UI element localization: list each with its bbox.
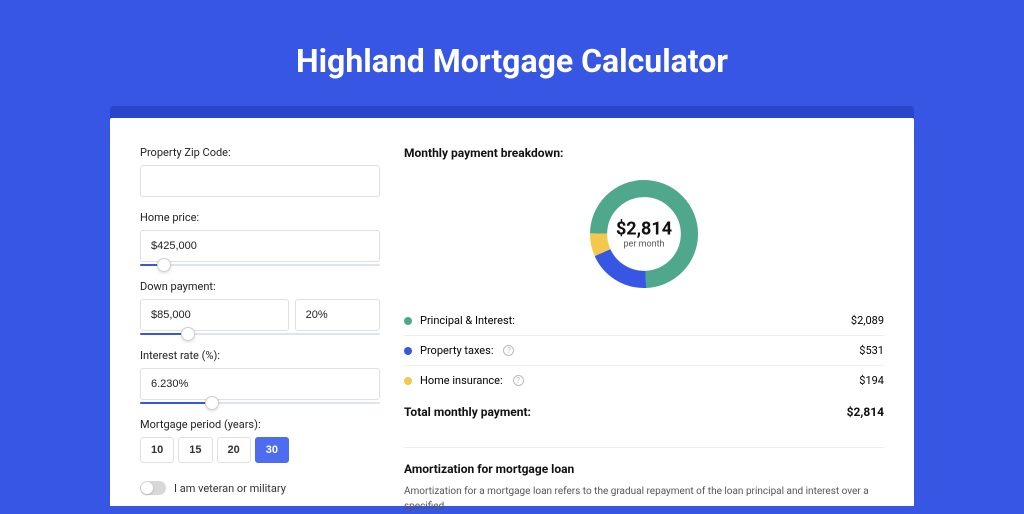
down-input-row: [140, 299, 380, 331]
down-slider-thumb[interactable]: [181, 327, 195, 341]
legend-dot: [404, 317, 412, 325]
veteran-label: I am veteran or military: [174, 482, 286, 495]
page-root: Highland Mortgage Calculator Property Zi…: [0, 0, 1024, 512]
zip-input[interactable]: [140, 165, 380, 197]
price-label: Home price:: [140, 211, 380, 224]
donut-center: $2,814 per month: [616, 219, 672, 250]
down-label: Down payment:: [140, 280, 380, 293]
legend-dot: [404, 347, 412, 355]
price-input[interactable]: [140, 230, 380, 262]
form-column: Property Zip Code: Home price: Down paym…: [140, 146, 380, 506]
zip-label: Property Zip Code:: [140, 146, 380, 159]
line-item: Property taxes:? $531: [404, 336, 884, 366]
line-item-value: $2,089: [851, 314, 884, 327]
line-item-left: Principal & Interest:: [404, 314, 515, 327]
line-item-left: Property taxes:?: [404, 344, 514, 357]
donut-amount: $2,814: [616, 219, 672, 240]
amortization-title: Amortization for mortgage loan: [404, 447, 884, 476]
down-group: Down payment:: [140, 280, 380, 335]
veteran-row: I am veteran or military: [140, 481, 380, 495]
line-item-value: $194: [859, 374, 884, 387]
donut-chart-wrap: $2,814 per month: [404, 166, 884, 306]
period-label: Mortgage period (years):: [140, 418, 380, 431]
line-item-label: Home insurance:: [420, 374, 503, 387]
line-item: Home insurance:? $194: [404, 366, 884, 395]
period-option-15[interactable]: 15: [178, 437, 212, 463]
rate-slider[interactable]: [140, 402, 380, 404]
help-icon[interactable]: ?: [503, 345, 514, 356]
line-item-left: Home insurance:?: [404, 374, 524, 387]
amortization-text: Amortization for a mortgage loan refers …: [404, 484, 884, 514]
period-group: Mortgage period (years): 10152030: [140, 418, 380, 463]
total-row: Total monthly payment: $2,814: [404, 395, 884, 433]
total-value: $2,814: [847, 405, 884, 419]
down-amount-input[interactable]: [140, 299, 289, 331]
rate-slider-thumb[interactable]: [205, 396, 219, 410]
line-item: Principal & Interest: $2,089: [404, 306, 884, 336]
rate-label: Interest rate (%):: [140, 349, 380, 362]
period-option-10[interactable]: 10: [140, 437, 174, 463]
veteran-toggle[interactable]: [140, 481, 166, 495]
help-icon[interactable]: ?: [513, 375, 524, 386]
line-item-label: Property taxes:: [420, 344, 493, 357]
breakdown-column: Monthly payment breakdown: $2,814 per mo…: [404, 146, 884, 506]
price-slider-thumb[interactable]: [157, 258, 171, 272]
down-pct-input[interactable]: [295, 299, 380, 331]
donut-chart: $2,814 per month: [584, 174, 704, 294]
breakdown-title: Monthly payment breakdown:: [404, 146, 884, 160]
page-title: Highland Mortgage Calculator: [0, 0, 1024, 106]
period-option-30[interactable]: 30: [255, 437, 289, 463]
calculator-card: Property Zip Code: Home price: Down paym…: [110, 118, 914, 506]
legend-dot: [404, 377, 412, 385]
rate-input[interactable]: [140, 368, 380, 400]
line-item-value: $531: [859, 344, 884, 357]
donut-sub: per month: [616, 240, 672, 250]
zip-group: Property Zip Code:: [140, 146, 380, 197]
total-label: Total monthly payment:: [404, 405, 531, 419]
rate-group: Interest rate (%):: [140, 349, 380, 404]
down-slider[interactable]: [140, 333, 380, 335]
period-options: 10152030: [140, 437, 380, 463]
line-items: Principal & Interest: $2,089 Property taxe…: [404, 306, 884, 395]
card-shadow: Property Zip Code: Home price: Down paym…: [110, 106, 914, 506]
period-option-20[interactable]: 20: [217, 437, 251, 463]
line-item-label: Principal & Interest:: [420, 314, 515, 327]
price-slider[interactable]: [140, 264, 380, 266]
price-group: Home price:: [140, 211, 380, 266]
